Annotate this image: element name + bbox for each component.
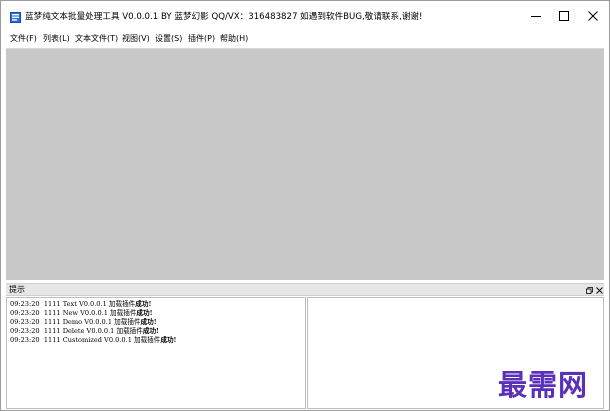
app-window: 蓝梦纯文本批量处理工具 V0.0.0.1 BY 蓝梦幻影 QQ/VX：31648…: [0, 0, 610, 411]
menu-help[interactable]: 帮助(H): [220, 32, 248, 45]
log-text: 1111 New V0.0.0.1 加载插件: [43, 309, 137, 317]
menu-view[interactable]: 视图(V): [122, 32, 150, 45]
log-status: 成功!: [160, 336, 177, 344]
log-time: 09:23:20: [10, 327, 40, 335]
menu-file[interactable]: 文件(F): [10, 32, 37, 45]
log-line: 09:23:20 1111 Demo V0.0.0.1 加载插件成功!: [10, 318, 157, 327]
window-title: 蓝梦纯文本批量处理工具 V0.0.0.1 BY 蓝梦幻影 QQ/VX：31648…: [25, 12, 423, 22]
watermark: 最需网: [498, 368, 589, 402]
log-line: 09:23:20 1111 Customized V0.0.0.1 加载插件成功…: [10, 336, 176, 345]
panel-close-button[interactable]: [594, 285, 604, 295]
float-window-icon: [585, 286, 593, 294]
log-time: 09:23:20: [10, 309, 40, 317]
maximize-button[interactable]: [549, 1, 579, 31]
close-button[interactable]: [578, 1, 608, 31]
minimize-icon: [531, 16, 541, 17]
close-icon: [588, 11, 598, 21]
log-text: 1111 Delete V0.0.0.1 加载插件: [43, 327, 143, 335]
main-workspace[interactable]: [6, 48, 604, 280]
log-line: 09:23:20 1111 Delete V0.0.0.1 加载插件成功!: [10, 327, 159, 336]
log-status: 成功!: [135, 300, 152, 308]
maximize-icon: [559, 11, 569, 21]
menu-settings[interactable]: 设置(S): [155, 32, 182, 45]
log-pane[interactable]: 09:23:20 1111 Text V0.0.0.1 加载插件成功! 09:2…: [6, 297, 306, 409]
log-status: 成功!: [136, 309, 153, 317]
menu-bar: 文件(F) 列表(L) 文本文件(T) 视图(V) 设置(S) 插件(P) 帮助…: [1, 31, 609, 47]
log-text: 1111 Demo V0.0.0.1 加载插件: [43, 318, 141, 326]
log-time: 09:23:20: [10, 318, 40, 326]
close-icon: [595, 286, 603, 294]
log-text: 1111 Text V0.0.0.1 加载插件: [43, 300, 136, 308]
log-status: 成功!: [140, 318, 157, 326]
app-icon: [10, 12, 21, 23]
title-bar[interactable]: 蓝梦纯文本批量处理工具 V0.0.0.1 BY 蓝梦幻影 QQ/VX：31648…: [1, 1, 609, 31]
log-time: 09:23:20: [10, 336, 40, 344]
log-status: 成功!: [142, 327, 159, 335]
log-time: 09:23:20: [10, 300, 40, 308]
log-line: 09:23:20 1111 New V0.0.0.1 加载插件成功!: [10, 309, 153, 318]
menu-text-file[interactable]: 文本文件(T): [75, 32, 118, 45]
log-line: 09:23:20 1111 Text V0.0.0.1 加载插件成功!: [10, 300, 151, 309]
minimize-button[interactable]: [521, 1, 551, 31]
menu-list[interactable]: 列表(L): [43, 32, 70, 45]
detail-pane[interactable]: 最需网: [307, 297, 604, 409]
menu-plugins[interactable]: 插件(P): [188, 32, 215, 45]
hint-panel-title: 提示: [9, 285, 25, 294]
hint-panel-header[interactable]: 提示: [6, 283, 604, 296]
panel-float-button[interactable]: [584, 285, 594, 295]
log-text: 1111 Customized V0.0.0.1 加载插件: [43, 336, 161, 344]
